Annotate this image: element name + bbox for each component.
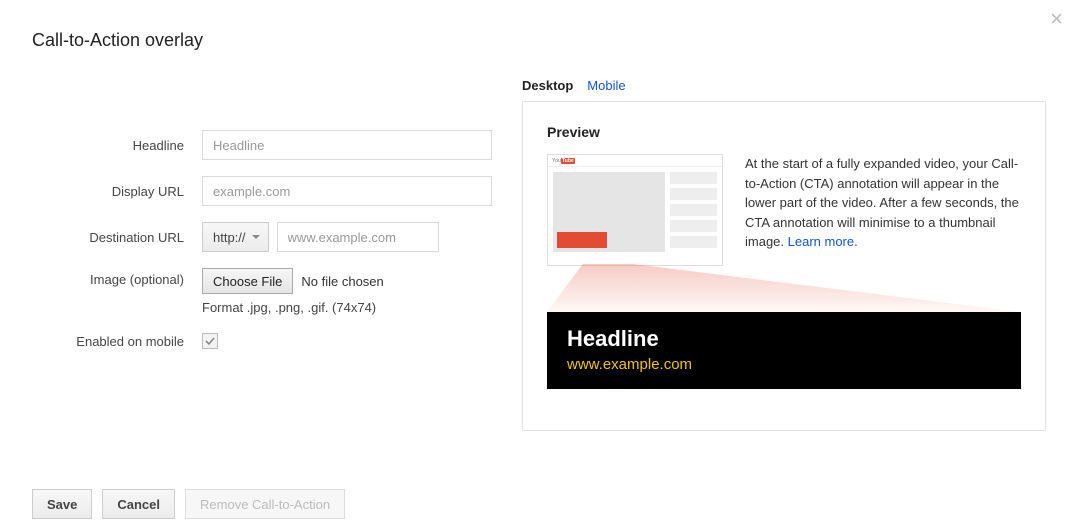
- destination-url-row: Destination URL http://: [32, 222, 492, 252]
- overlay-sample: Headline www.example.com: [547, 312, 1021, 389]
- preview-description-text: At the start of a fully expanded video, …: [745, 156, 1019, 249]
- mock-body: [548, 167, 722, 257]
- mock-header: YouTube: [548, 155, 722, 167]
- display-url-row: Display URL: [32, 176, 492, 206]
- button-row: Save Cancel Remove Call-to-Action: [32, 489, 345, 519]
- tab-desktop[interactable]: Desktop: [522, 78, 573, 93]
- preview-description: At the start of a fully expanded video, …: [745, 154, 1021, 252]
- mock-video: [553, 172, 665, 252]
- display-url-input[interactable]: [202, 176, 492, 206]
- headline-row: Headline: [32, 130, 492, 160]
- projection-beam-icon: [547, 264, 1021, 312]
- preview-title: Preview: [547, 124, 1021, 140]
- yt-you: You: [552, 158, 561, 164]
- remove-cta-button[interactable]: Remove Call-to-Action: [185, 489, 345, 519]
- mock-thumb: [670, 188, 717, 200]
- yt-tube: Tube: [561, 158, 575, 164]
- headline-label: Headline: [32, 138, 202, 153]
- enabled-mobile-row: Enabled on mobile: [32, 333, 492, 349]
- destination-url-input[interactable]: [277, 222, 439, 252]
- enabled-mobile-label: Enabled on mobile: [32, 334, 202, 349]
- preview-tabs: Desktop Mobile: [522, 78, 1046, 93]
- protocol-dropdown[interactable]: http://: [202, 222, 269, 252]
- display-url-label: Display URL: [32, 184, 202, 199]
- overlay-headline: Headline: [567, 326, 1001, 352]
- chevron-down-icon: [252, 235, 260, 239]
- headline-input[interactable]: [202, 130, 492, 160]
- save-button[interactable]: Save: [32, 489, 92, 519]
- destination-url-label: Destination URL: [32, 230, 202, 245]
- preview-column: Desktop Mobile Preview YouTube: [522, 78, 1046, 431]
- youtube-logo-icon: YouTube: [552, 158, 575, 164]
- close-icon[interactable]: ×: [1050, 8, 1063, 30]
- page-title: Call-to-Action overlay: [32, 30, 203, 51]
- cancel-button[interactable]: Cancel: [102, 489, 175, 519]
- tab-mobile[interactable]: Mobile: [587, 78, 625, 93]
- mock-browser: YouTube: [547, 154, 723, 266]
- image-label: Image (optional): [32, 268, 202, 287]
- preview-mock: YouTube: [547, 154, 723, 266]
- mock-thumb: [670, 204, 717, 216]
- destination-url-group: http://: [202, 222, 439, 252]
- file-status: No file chosen: [301, 274, 383, 289]
- preview-content: YouTube: [547, 154, 1021, 266]
- mock-thumb: [670, 220, 717, 232]
- image-row: Image (optional) Choose File No file cho…: [32, 268, 492, 315]
- form: Headline Display URL Destination URL htt…: [32, 130, 492, 365]
- mock-thumb: [670, 236, 717, 248]
- choose-file-button[interactable]: Choose File: [202, 268, 293, 294]
- image-format-note: Format .jpg, .png, .gif. (74x74): [202, 300, 384, 315]
- mock-cta-overlay-icon: [557, 232, 607, 248]
- learn-more-link[interactable]: Learn more.: [788, 234, 858, 249]
- image-control: Choose File No file chosen Format .jpg, …: [202, 268, 384, 315]
- protocol-value: http://: [213, 230, 246, 245]
- overlay-url: www.example.com: [567, 356, 1001, 373]
- preview-panel: Preview YouTube: [522, 101, 1046, 431]
- enabled-mobile-checkbox[interactable]: [202, 333, 218, 349]
- check-icon: [204, 335, 216, 347]
- mock-thumb: [670, 172, 717, 184]
- mock-sidebar: [670, 172, 717, 252]
